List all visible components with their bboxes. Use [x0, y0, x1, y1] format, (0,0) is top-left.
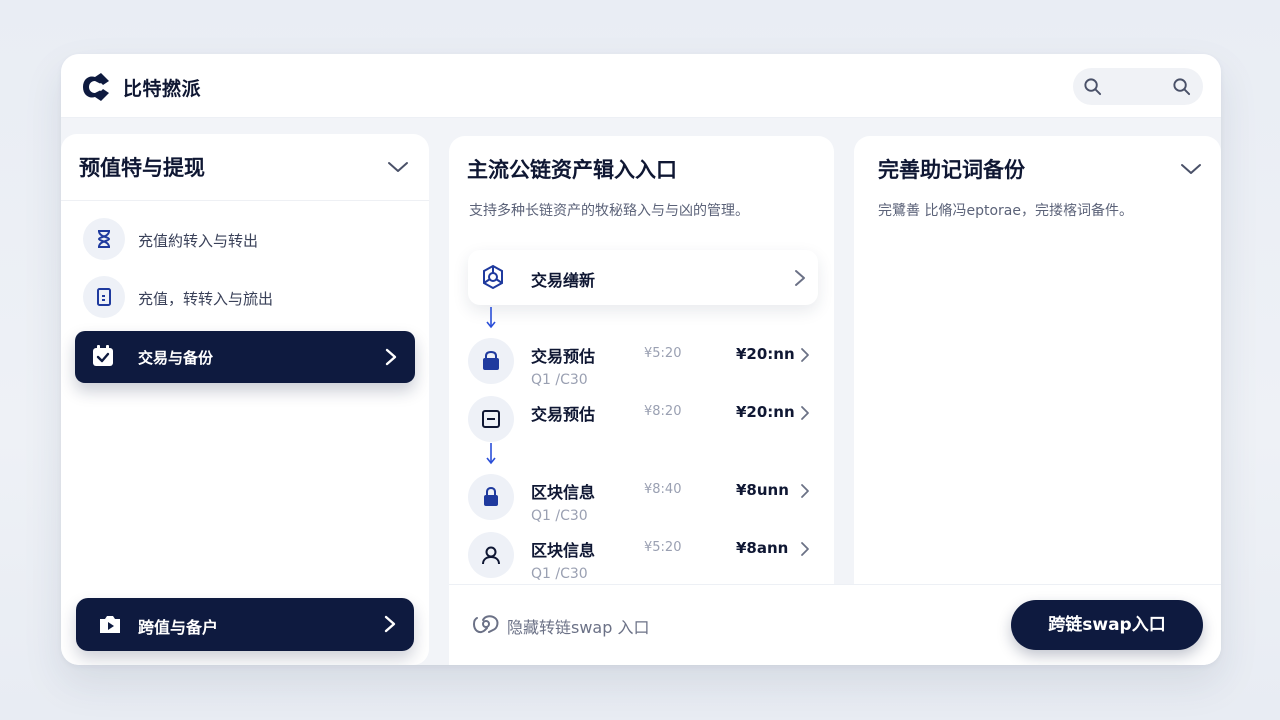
item-value-secondary: ¥8:40 — [644, 482, 682, 497]
item-name: 区块信息 — [531, 541, 596, 560]
list-item[interactable]: 交易预估 Q1 /C30 ¥5:20 ¥20:nn — [468, 338, 818, 388]
chevron-down-icon[interactable] — [387, 160, 409, 174]
item-value-primary: ¥8unn — [736, 481, 789, 499]
minus-box-icon — [468, 396, 514, 442]
sidebar-item-label: 交易与备份 — [138, 349, 214, 367]
sidebar-item-label: 充值約转入与转出 — [138, 232, 259, 250]
item-sub: Q1 /C30 — [531, 372, 588, 388]
list-item[interactable]: 区块信息 Q1 /C30 ¥5:20 ¥8ann — [468, 532, 818, 582]
item-name: 交易预估 — [531, 347, 596, 366]
item-value-secondary: ¥5:20 — [644, 346, 682, 361]
item-value-primary: ¥8ann — [736, 539, 789, 557]
sidebar-item-label: 充值，转转入与旈出 — [138, 290, 274, 308]
chevron-right-icon — [384, 615, 396, 633]
recharge-withdraw-panel: 预值特与提现 充值約转入与转出 充值，转转入与旈出 交易与备份 跨值与备户 — [61, 134, 429, 665]
item-name: 区块信息 — [531, 483, 596, 502]
chevron-right-icon — [795, 270, 805, 286]
app-logo-icon — [83, 73, 109, 101]
chevron-right-icon — [801, 348, 809, 362]
sidebar-item-recharge-out[interactable]: 充值，转转入与旈出 — [75, 272, 415, 324]
chevron-right-icon — [801, 484, 809, 498]
item-sub: Q1 /C30 — [531, 566, 588, 582]
app-window: 比特撚派 预值特与提现 充值約转入与转出 充值，转转入与旈出 交易与备份 跨值与… — [61, 54, 1221, 665]
trade-refresh-card[interactable]: 交易缮新 — [468, 250, 818, 305]
item-value-primary: ¥20:nn — [736, 345, 795, 363]
search-icon[interactable] — [1172, 77, 1191, 96]
sidebar-item-trade-backup[interactable]: 交易与备份 — [75, 331, 415, 383]
door-icon — [83, 276, 125, 318]
chevron-down-icon[interactable] — [1180, 162, 1202, 176]
divider — [61, 200, 429, 201]
chevron-right-icon — [801, 542, 809, 556]
panel-subtitle: 完鷺善 比脩冯eptorae，完搂楁词备件。 — [878, 203, 1133, 219]
footer-bar: 隐藏转链swap 入口 跨链swap入口 — [449, 584, 1221, 665]
link-icon — [473, 615, 499, 634]
sidebar-item-recharge-transfer[interactable]: 充值約转入与转出 — [75, 214, 415, 266]
network-icon — [483, 264, 503, 290]
search-icon[interactable] — [1083, 77, 1102, 96]
cross-chain-swap-button[interactable]: 跨链swap入口 — [1011, 600, 1203, 650]
item-value-secondary: ¥5:20 — [644, 540, 682, 555]
top-bar: 比特撚派 — [61, 54, 1221, 118]
hide-link-label: 隐藏转链swap 入口 — [507, 618, 650, 637]
panel-title: 主流公链资产辑入入口 — [467, 158, 677, 182]
chevron-right-icon — [801, 406, 809, 420]
item-name: 交易预估 — [531, 405, 596, 424]
button-label: 跨值与备户 — [138, 618, 219, 637]
cross-backup-button[interactable]: 跨值与备户 — [76, 598, 414, 651]
lock-icon — [468, 474, 514, 520]
search-bar[interactable] — [1073, 68, 1203, 105]
panel-title: 完善助记词备份 — [878, 158, 1025, 182]
chevron-right-icon — [385, 348, 397, 366]
item-sub: Q1 /C30 — [531, 508, 588, 524]
arrow-down-icon — [486, 443, 496, 465]
calendar-check-icon — [83, 335, 125, 377]
item-value-primary: ¥20:nn — [736, 403, 795, 421]
arrow-down-icon — [486, 307, 496, 329]
trade-card-label: 交易缮新 — [531, 271, 596, 290]
panel-title: 预值特与提现 — [79, 156, 205, 180]
camera-icon — [100, 616, 120, 633]
item-value-secondary: ¥8:20 — [644, 404, 682, 419]
panel-subtitle: 支持多种长链资产的牧秘臵入与与凶的管理。 — [469, 203, 749, 219]
hourglass-icon — [83, 218, 125, 260]
bag-icon — [468, 338, 514, 384]
app-title: 比特撚派 — [123, 78, 202, 100]
user-icon — [468, 532, 514, 578]
list-item[interactable]: 交易预估 ¥8:20 ¥20:nn — [468, 396, 818, 446]
list-item[interactable]: 区块信息 Q1 /C30 ¥8:40 ¥8unn — [468, 474, 818, 524]
